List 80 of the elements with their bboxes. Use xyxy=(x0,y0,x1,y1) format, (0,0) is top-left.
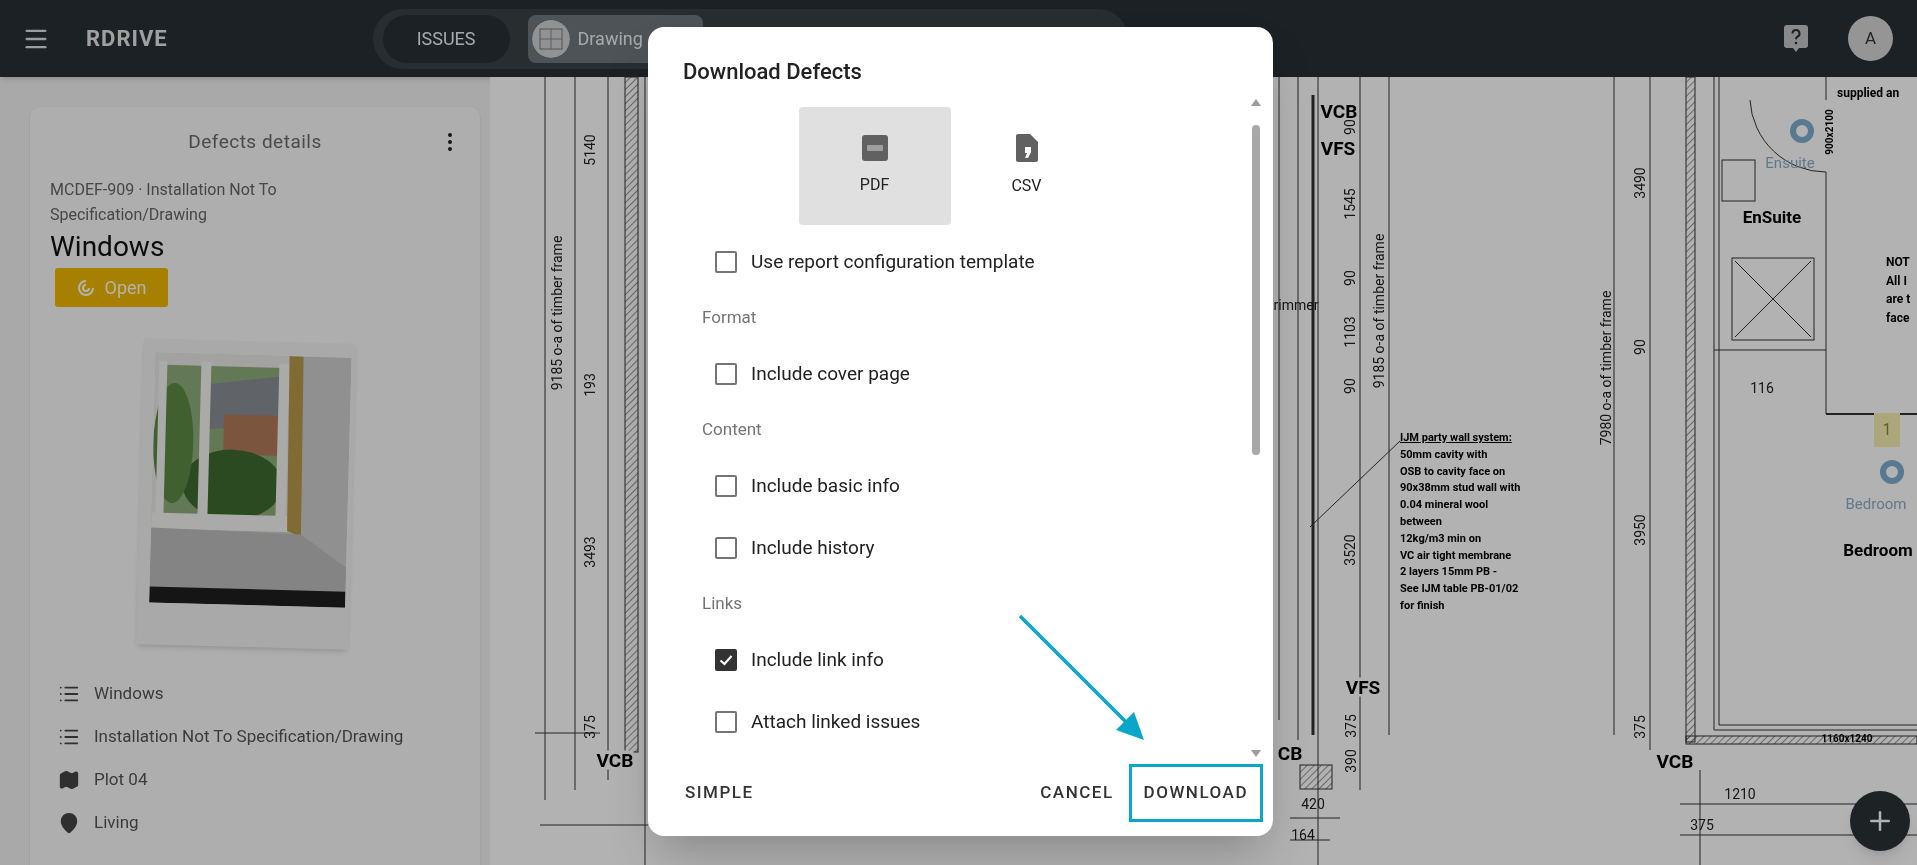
card-title: Defects details xyxy=(188,128,322,155)
dimension-text: 5140 xyxy=(583,134,597,166)
dialog-action[interactable]: SIMPLE xyxy=(670,764,769,822)
note-text: supplied an xyxy=(1837,87,1900,99)
help-icon[interactable] xyxy=(1784,24,1808,53)
scrollbar[interactable] xyxy=(1251,97,1261,759)
dimension-text: 90 xyxy=(1633,339,1647,355)
dimension-text: 420 xyxy=(1301,797,1325,811)
check-icon xyxy=(718,652,734,668)
checkbox[interactable] xyxy=(715,251,737,273)
detail-text: Living xyxy=(94,810,139,834)
dimension-text: 375 xyxy=(583,715,597,739)
dimension-text: 375 xyxy=(1633,715,1647,739)
dimension-text: 90 xyxy=(1343,270,1357,286)
note-text: are t xyxy=(1886,293,1911,305)
dimension-text: 375 xyxy=(1344,714,1358,738)
section-heading: Format xyxy=(702,306,758,330)
dimension-text: 1103 xyxy=(1343,316,1357,348)
note-text: All I xyxy=(1886,275,1907,287)
pin-marker[interactable] xyxy=(1880,460,1904,484)
dimension-text: 164 xyxy=(1291,828,1315,842)
pin-label: Bedroom xyxy=(1845,493,1907,515)
add-button[interactable] xyxy=(1850,791,1910,851)
window-size-text: 1160x1240 xyxy=(1821,734,1873,744)
detail-text: Plot 04 xyxy=(94,767,148,791)
pin-marker[interactable] xyxy=(1790,119,1814,143)
wall-tag: VFS xyxy=(1345,677,1381,697)
dimension-text: 9185 o-a of timber frame xyxy=(550,235,564,391)
dimension-text: 193 xyxy=(583,373,597,397)
option-label: Include history xyxy=(751,534,875,561)
note-text: NOT xyxy=(1886,256,1910,268)
dimension-text: 9185 o-a of timber frame xyxy=(1372,233,1386,389)
checkbox[interactable] xyxy=(715,711,737,733)
status-icon xyxy=(76,278,95,297)
section-heading: Content xyxy=(702,418,763,442)
dimension-text: 3950 xyxy=(1633,514,1647,546)
note-text: face xyxy=(1886,312,1910,324)
location-pin-icon xyxy=(58,811,80,834)
pdf-file-icon xyxy=(861,135,888,161)
map-icon xyxy=(58,768,80,791)
dimension-text: 3493 xyxy=(583,536,597,568)
format-option[interactable]: PDF xyxy=(798,107,951,225)
wall-note: IJM party wall system: 50mm cavity with OSB to cavity face on 90x38mm stud wall with 0.04 mineral wool between 12kg/m3 min on VC air tight membrane 2 layers 15mm PB - See IJM table PB-01/02 for finish xyxy=(1400,430,1521,614)
dimension-text: 90 xyxy=(1343,378,1357,394)
checkbox[interactable] xyxy=(715,649,737,671)
dimension-text: 1545 xyxy=(1343,188,1357,220)
checkbox[interactable] xyxy=(715,475,737,497)
option-label: Include link info xyxy=(751,646,884,673)
option-label: Use report configuration template xyxy=(751,248,1035,275)
door-size-text: 900x2100 xyxy=(1825,109,1835,155)
format-option[interactable]: CSV xyxy=(950,107,1103,225)
dimension-text: 116 xyxy=(1750,381,1774,395)
csv-file-icon xyxy=(1015,134,1038,162)
view-tab[interactable]: ISSUES xyxy=(382,14,510,63)
option-label: Attach linked issues xyxy=(751,708,921,735)
option-label: Include basic info xyxy=(751,472,900,499)
defect-name: Windows xyxy=(50,229,166,265)
wall-tag: VCB xyxy=(596,750,634,770)
option-label: Include cover page xyxy=(751,360,910,387)
detail-text: Installation Not To Specification/Drawing xyxy=(94,724,404,748)
dimension-text: 390 xyxy=(1344,749,1358,773)
scroll-up-icon[interactable] xyxy=(1251,97,1261,107)
dimension-text: 90 xyxy=(1343,119,1357,135)
checkbox[interactable] xyxy=(715,537,737,559)
user-avatar[interactable]: A xyxy=(1848,16,1893,61)
dimension-text: 3490 xyxy=(1633,167,1647,199)
scroll-down-icon[interactable] xyxy=(1251,749,1261,759)
dimension-text: 375 xyxy=(1690,818,1714,832)
room-name: EnSuite xyxy=(1742,208,1802,226)
checkbox[interactable] xyxy=(715,363,737,385)
detail-text: Windows xyxy=(94,681,164,705)
dimension-text: 3520 xyxy=(1343,534,1357,566)
logo[interactable]: RDRIVE xyxy=(86,22,168,55)
dimension-text: 7980 o-a of timber frame xyxy=(1599,290,1613,446)
defect-reference: MCDEF-909 · Installation Not To Specification/Drawing xyxy=(50,179,278,226)
dimension-text: 1210 xyxy=(1724,787,1756,801)
room-name: Bedroom xyxy=(1843,541,1913,559)
dialog-action[interactable]: DOWNLOAD xyxy=(1128,764,1263,822)
dialog-action[interactable]: CANCEL xyxy=(1025,764,1129,822)
section-heading: Links xyxy=(702,592,744,616)
